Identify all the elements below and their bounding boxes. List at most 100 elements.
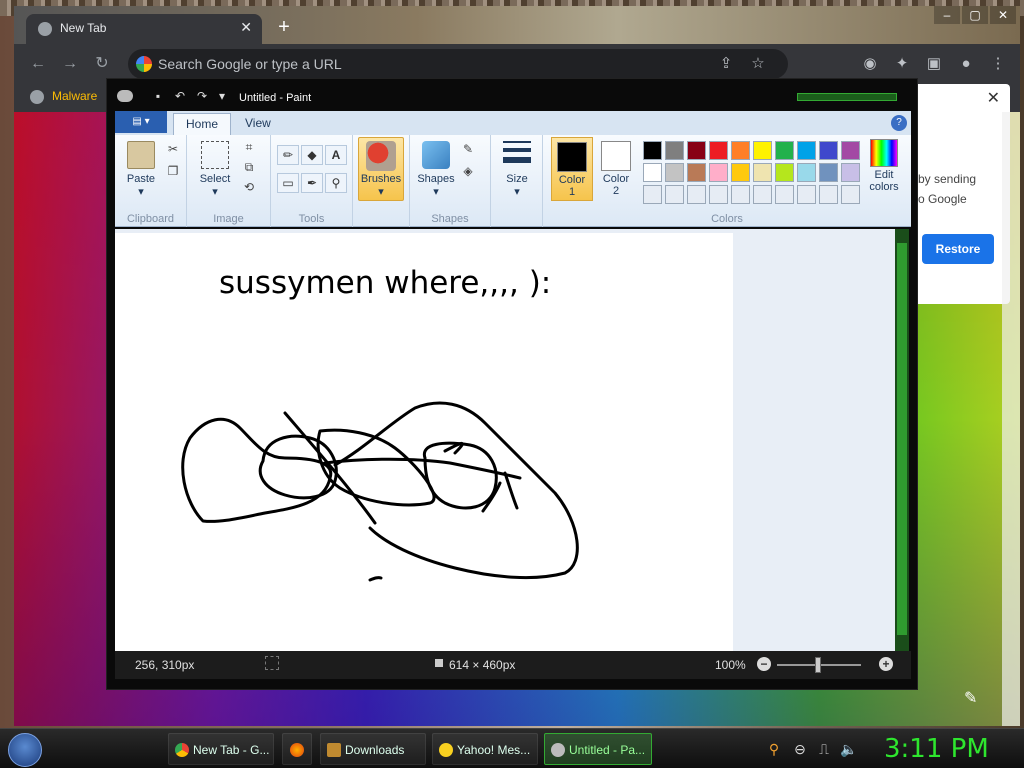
cut-icon[interactable]: ✂ (165, 141, 181, 157)
close-window-button[interactable]: ✕ (990, 6, 1016, 24)
scrollbar-thumb[interactable] (897, 243, 907, 635)
palette-swatch[interactable] (643, 185, 662, 204)
taskbar-item-firefox[interactable] (282, 733, 312, 765)
shapes-button[interactable]: Shapes ▾ (416, 141, 456, 198)
restore-button[interactable]: Restore (922, 234, 994, 264)
palette-swatch[interactable] (819, 163, 838, 182)
volume-icon[interactable]: 🔈 (840, 741, 857, 757)
palette-swatch[interactable] (665, 163, 684, 182)
color2-button[interactable]: Color 2 (595, 137, 637, 201)
brushes-button[interactable]: Brushes ▾ (358, 137, 404, 201)
fill-tool-icon[interactable]: ◆ (301, 145, 323, 165)
account-avatar-icon[interactable]: ● (956, 54, 976, 74)
palette-swatch[interactable] (819, 141, 838, 160)
palette-swatch[interactable] (775, 163, 794, 182)
palette-swatch[interactable] (797, 163, 816, 182)
edit-colors-button[interactable]: Edit colors (861, 137, 907, 201)
save-icon[interactable]: ▪ (151, 90, 165, 102)
back-arrow-icon[interactable]: ← (28, 54, 48, 74)
crop-icon[interactable]: ⌗ (241, 139, 257, 155)
zoom-slider-thumb[interactable] (815, 657, 821, 673)
palette-swatch[interactable] (643, 141, 662, 160)
palette-swatch[interactable] (643, 163, 662, 182)
text-tool-icon[interactable]: A (325, 145, 347, 165)
rotate-icon[interactable]: ⟲ (241, 179, 257, 195)
paint-menu-button[interactable]: ▤ ▾ (115, 111, 167, 133)
canvas-vertical-scrollbar[interactable] (895, 229, 909, 651)
palette-swatch[interactable] (753, 185, 772, 204)
palette-swatch[interactable] (687, 163, 706, 182)
palette-swatch[interactable] (775, 185, 794, 204)
bookmark-malware[interactable]: Malware (30, 89, 97, 104)
undo-icon[interactable]: ↶ (173, 90, 187, 102)
outline-icon[interactable]: ✎ (460, 141, 476, 157)
page-scrollbar[interactable] (1002, 112, 1020, 726)
zoom-in-button[interactable]: + (879, 657, 893, 671)
paint-app-icon[interactable] (117, 90, 133, 102)
palette-swatch[interactable] (841, 163, 860, 182)
profile-flag-icon[interactable]: ◉ (860, 54, 880, 74)
reload-icon[interactable]: ↻ (92, 54, 112, 74)
palette-swatch[interactable] (731, 141, 750, 160)
palette-swatch[interactable] (797, 141, 816, 160)
palette-swatch[interactable] (709, 141, 728, 160)
copy-icon[interactable]: ❐ (165, 163, 181, 179)
omnibox[interactable]: Search Google or type a URL ⇪ ☆ (128, 49, 788, 79)
resize-icon[interactable]: ⧉ (241, 159, 257, 175)
palette-swatch[interactable] (665, 141, 684, 160)
extensions-icon[interactable]: ✦ (892, 54, 912, 74)
palette-swatch[interactable] (687, 185, 706, 204)
paste-button[interactable]: Paste ▾ (121, 141, 161, 198)
palette-swatch[interactable] (731, 163, 750, 182)
redo-icon[interactable]: ↷ (195, 90, 209, 102)
taskbar-item-chrome[interactable]: New Tab - G... (168, 733, 274, 765)
palette-swatch[interactable] (753, 163, 772, 182)
forward-arrow-icon[interactable]: → (60, 54, 80, 74)
share-icon[interactable]: ⇪ (716, 54, 736, 74)
sidepanel-icon[interactable]: ▣ (924, 54, 944, 74)
magnifier-icon[interactable]: ⚲ (325, 173, 347, 193)
quick-access-dropdown-icon[interactable]: ▾ (215, 90, 229, 102)
palette-swatch[interactable] (841, 185, 860, 204)
pencil-tool-icon[interactable]: ✏ (277, 145, 299, 165)
palette-swatch[interactable] (797, 185, 816, 204)
taskbar-item-yahoo[interactable]: Yahoo! Mes... (432, 733, 538, 765)
palette-swatch[interactable] (687, 141, 706, 160)
pencil-icon[interactable]: ✎ (964, 688, 977, 708)
size-button[interactable]: Size ▾ (497, 141, 537, 198)
eraser-tool-icon[interactable]: ▭ (277, 173, 299, 193)
shape-fill-icon[interactable]: ◈ (460, 163, 476, 179)
palette-swatch[interactable] (841, 141, 860, 160)
chrome-menu-icon[interactable]: ⋮ (988, 54, 1008, 74)
help-icon[interactable]: ? (891, 115, 907, 131)
chrome-tab-newtab[interactable]: New Tab ✕ (26, 14, 262, 44)
palette-swatch[interactable] (753, 141, 772, 160)
clock[interactable]: 3:11 PM (884, 734, 989, 764)
minus-circle-icon[interactable]: ⊖ (792, 741, 808, 757)
new-tab-button[interactable]: + (274, 16, 294, 39)
palette-swatch[interactable] (775, 141, 794, 160)
palette-swatch[interactable] (731, 185, 750, 204)
select-button[interactable]: Select ▾ (195, 141, 235, 198)
palette-swatch[interactable] (709, 185, 728, 204)
tab-view[interactable]: View (233, 113, 283, 135)
maximize-button[interactable]: ▢ (962, 6, 988, 24)
taskbar-item-downloads[interactable]: Downloads (320, 733, 426, 765)
search-icon[interactable]: ⚲ (766, 741, 782, 757)
window-controls[interactable] (797, 93, 897, 101)
star-icon[interactable]: ☆ (748, 54, 768, 74)
taskbar-item-paint[interactable]: Untitled - Pa... (544, 733, 652, 765)
palette-swatch[interactable] (819, 185, 838, 204)
network-icon[interactable]: ⎍ (816, 741, 832, 757)
start-button[interactable] (8, 733, 42, 767)
minimize-button[interactable]: – (934, 6, 960, 24)
palette-swatch[interactable] (709, 163, 728, 182)
color1-button[interactable]: Color 1 (551, 137, 593, 201)
close-icon[interactable]: ✕ (987, 88, 1000, 108)
palette-swatch[interactable] (665, 185, 684, 204)
color-picker-icon[interactable]: ✒ (301, 173, 323, 193)
drawing-canvas[interactable]: sussymen where,,,, ): (115, 233, 733, 651)
zoom-out-button[interactable]: − (757, 657, 771, 671)
close-tab-icon[interactable]: ✕ (240, 19, 252, 36)
tab-home[interactable]: Home (173, 113, 232, 135)
